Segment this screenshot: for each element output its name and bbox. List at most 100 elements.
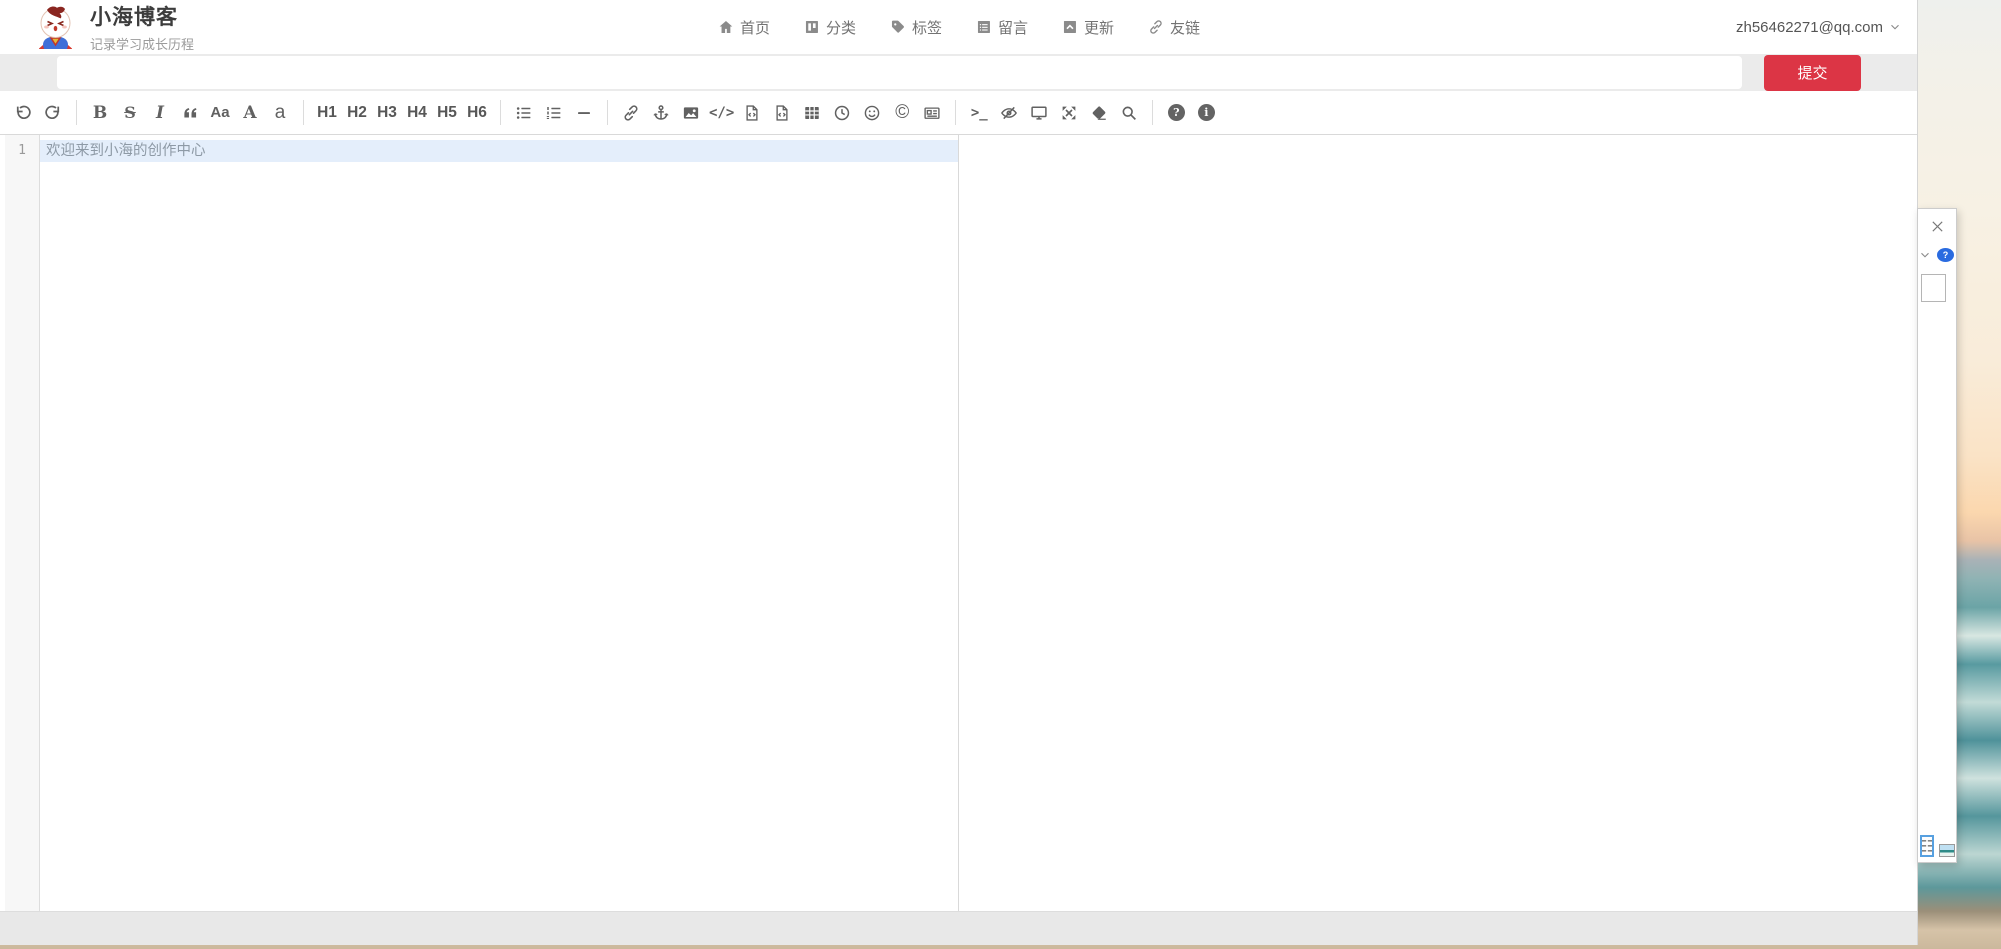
h3-icon: H3 (377, 104, 397, 122)
hr-button[interactable] (569, 98, 599, 128)
h6-icon: H6 (467, 104, 487, 122)
emoji-button[interactable] (857, 98, 887, 128)
list-ol-icon (545, 104, 563, 122)
submit-button[interactable]: 提交 (1764, 55, 1861, 91)
nav-item-label: 友链 (1170, 17, 1200, 38)
redo-icon (44, 104, 62, 122)
link-icon (622, 104, 640, 122)
h4-button[interactable]: H4 (402, 98, 432, 128)
goto-line-button[interactable]: >_ (964, 98, 994, 128)
redo-button[interactable] (38, 98, 68, 128)
compose-titlebar: 提交 (0, 54, 1917, 91)
quote-icon (181, 104, 199, 122)
table-button[interactable] (797, 98, 827, 128)
info-icon: i (1198, 104, 1215, 121)
chevron-down-icon[interactable] (1919, 249, 1931, 261)
site-subtitle: 记录学习成长历程 (90, 34, 194, 53)
nav-item-label: 更新 (1084, 17, 1114, 38)
datetime-button[interactable] (827, 98, 857, 128)
link-button[interactable] (616, 98, 646, 128)
line-number: 1 (5, 140, 39, 162)
image-thumbnail-icon[interactable] (1939, 844, 1955, 857)
site-header: 小海博客 记录学习成长历程 首页 分类 标签 留言 更新 友链 zh56462271@qq… (0, 0, 1917, 54)
home-icon (718, 19, 734, 35)
preformatted-text-icon (743, 104, 761, 122)
del-button[interactable]: S (115, 98, 145, 128)
table-icon (803, 104, 821, 122)
search-icon (1120, 104, 1138, 122)
undo-button[interactable] (8, 98, 38, 128)
popup-controls-row: ? (1918, 248, 1956, 262)
quote-button[interactable] (175, 98, 205, 128)
emoji-icon (863, 104, 881, 122)
article-title-input[interactable] (57, 56, 1742, 89)
help-icon: ? (1168, 104, 1185, 121)
ucwords-button[interactable]: Aa (205, 98, 235, 128)
h1-icon: H1 (317, 104, 337, 122)
toolbar-divider (1152, 100, 1153, 125)
text-list-icon[interactable] (1920, 835, 1934, 857)
lowercase-button[interactable]: a (265, 98, 295, 128)
toolbar-divider (955, 100, 956, 125)
watch-button[interactable] (994, 98, 1024, 128)
h1-button[interactable]: H1 (312, 98, 342, 128)
nav-item-update[interactable]: 更新 (1062, 17, 1114, 38)
bold-button[interactable]: B (85, 98, 115, 128)
message-icon (976, 19, 992, 35)
nav-item-message[interactable]: 留言 (976, 17, 1028, 38)
nav-item-home[interactable]: 首页 (718, 17, 770, 38)
hr-icon (575, 104, 593, 122)
preformatted-text-button[interactable] (737, 98, 767, 128)
image-button[interactable] (676, 98, 706, 128)
help-button[interactable]: ? (1161, 98, 1191, 128)
editor-gutter: 1 (5, 135, 40, 911)
datetime-icon (833, 104, 851, 122)
fullscreen-button[interactable] (1054, 98, 1084, 128)
h3-button[interactable]: H3 (372, 98, 402, 128)
code-block-button[interactable] (767, 98, 797, 128)
toolbar-divider (303, 100, 304, 125)
del-icon: S (124, 103, 136, 122)
nav-item-links[interactable]: 友链 (1148, 17, 1200, 38)
toolbar-divider (500, 100, 501, 125)
nav-item-category[interactable]: 分类 (804, 17, 856, 38)
list-ul-button[interactable] (509, 98, 539, 128)
info-button[interactable]: i (1191, 98, 1221, 128)
close-icon[interactable] (1930, 219, 1945, 234)
preview-button[interactable] (1024, 98, 1054, 128)
goto-line-icon: >_ (971, 105, 988, 121)
toolbar-divider (607, 100, 608, 125)
undo-icon (14, 104, 32, 122)
account-dropdown[interactable]: zh56462271@qq.com (1736, 0, 1901, 54)
site-logo-cartoon-avatar-icon[interactable] (34, 4, 77, 50)
italic-icon: I (156, 103, 164, 123)
watch-icon (1000, 104, 1018, 122)
markdown-preview-pane (959, 135, 1917, 911)
list-ol-button[interactable] (539, 98, 569, 128)
html-entities-button[interactable]: © (887, 98, 917, 128)
search-button[interactable] (1114, 98, 1144, 128)
code-editor-pane[interactable]: 欢迎来到小海的创作中心 (40, 135, 959, 911)
clear-button[interactable] (1084, 98, 1114, 128)
h6-button[interactable]: H6 (462, 98, 492, 128)
chevron-down-icon (1889, 21, 1901, 33)
popup-input[interactable] (1921, 274, 1946, 302)
site-title: 小海博客 (90, 1, 194, 31)
reference-link-button[interactable] (646, 98, 676, 128)
ucwords-icon: Aa (210, 104, 229, 121)
code-button[interactable]: </> (706, 98, 737, 128)
pagebreak-button[interactable] (917, 98, 947, 128)
uppercase-button[interactable]: A (235, 98, 265, 128)
fullscreen-icon (1060, 104, 1078, 122)
h2-button[interactable]: H2 (342, 98, 372, 128)
h5-button[interactable]: H5 (432, 98, 462, 128)
html-entities-icon: © (895, 102, 909, 124)
nav-item-tag[interactable]: 标签 (890, 17, 942, 38)
italic-button[interactable]: I (145, 98, 175, 128)
h2-icon: H2 (347, 104, 367, 122)
floating-popup-panel: ? (1917, 208, 1957, 863)
editor-active-line[interactable]: 欢迎来到小海的创作中心 (40, 140, 958, 162)
clear-icon (1090, 104, 1108, 122)
help-badge-icon[interactable]: ? (1937, 248, 1954, 262)
editor-workspace: 1 欢迎来到小海的创作中心 (0, 135, 1917, 911)
